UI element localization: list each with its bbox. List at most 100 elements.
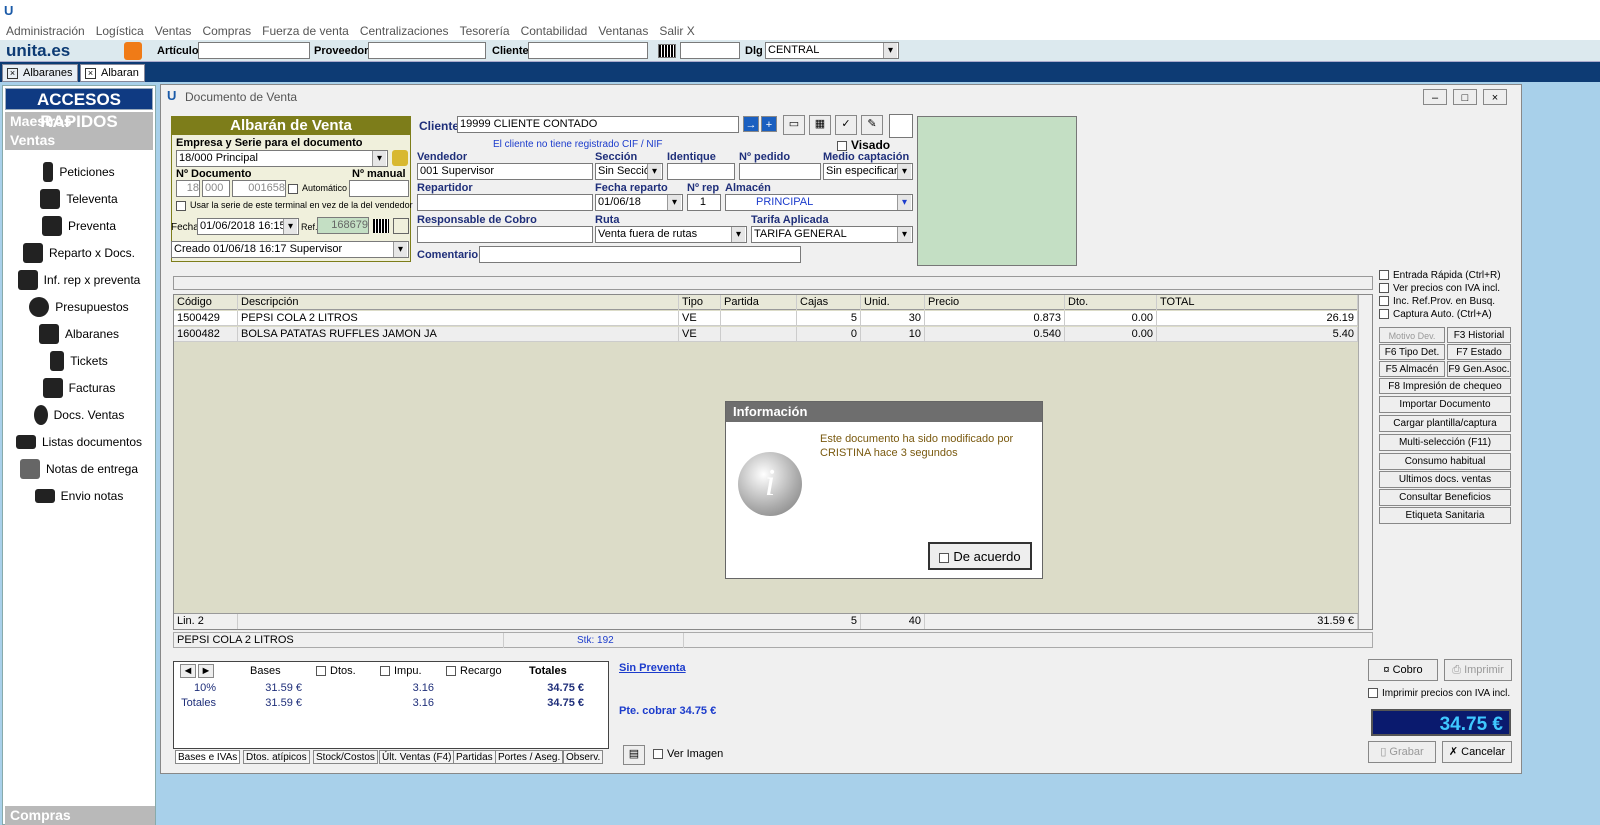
menu-salir[interactable]: Salir X [659,22,694,40]
tarifa-select[interactable]: TARIFA GENERAL [751,226,913,243]
filter-icon[interactable] [393,218,409,234]
ultimos-docs-button[interactable]: Ultimos docs. ventas [1379,471,1511,488]
option-captura-auto[interactable]: Captura Auto. (Ctrl+A) [1379,309,1513,322]
repartidor-input[interactable] [417,194,593,211]
sidebar-item-envio-notas[interactable]: Envio notas [3,482,155,509]
tab-observ[interactable]: Observ. [563,750,604,764]
ruta-select[interactable]: Venta fuera de rutas [595,226,747,243]
header-codigo[interactable]: Código [174,295,238,310]
cargar-plantilla-button[interactable]: Cargar plantilla/captura [1379,415,1511,432]
menu-ventas[interactable]: Ventas [155,22,192,40]
ndoc-year[interactable]: 18 [176,180,200,197]
calculator-icon[interactable]: ▦ [809,115,831,135]
vendedor-field[interactable]: 001 Supervisor [417,163,593,180]
multi-seleccion-button[interactable]: Multi-selección (F11) [1379,434,1511,451]
barcode-icon[interactable] [658,44,676,58]
tab-bases-ivas[interactable]: Bases e IVAs [175,750,241,764]
minimize-button[interactable]: – [1423,89,1447,105]
menu-ventanas[interactable]: Ventanas [598,22,648,40]
visado-checkbox[interactable]: Visado [837,138,890,152]
close-icon[interactable]: × [85,68,96,79]
edit-icon[interactable]: ✎ [861,115,883,135]
prev-arrow-button[interactable]: ◄ [180,664,196,678]
sidebar-item-peticiones[interactable]: Peticiones [3,158,155,185]
tab-portes[interactable]: Portes / Aseg. [495,750,564,764]
nmanual-input[interactable] [349,180,409,197]
identique-input[interactable] [667,163,735,180]
consultar-beneficios-button[interactable]: Consultar Beneficios [1379,489,1511,506]
sidebar-item-presupuestos[interactable]: Presupuestos [3,293,155,320]
card-icon[interactable]: ▭ [783,115,805,135]
tab-albaranes[interactable]: × Albaranes [2,64,78,82]
option-entrada-rapida[interactable]: Entrada Rápida (Ctrl+R) [1379,270,1513,283]
medio-select[interactable]: Sin especificar [823,163,913,180]
gen-asoc-button[interactable]: F9 Gen.Asoc. [1447,361,1511,377]
next-arrow-button[interactable]: ► [198,664,214,678]
nrep-stepper[interactable]: 1 [687,194,721,211]
resp-input[interactable] [417,226,593,243]
option-ver-precios-iva[interactable]: Ver precios con IVA incl. [1379,283,1513,296]
table-row[interactable]: 1500429 PEPSI COLA 2 LITROS VE 5 30 0.87… [174,311,1358,326]
key-icon[interactable] [392,150,408,166]
dlg-select[interactable]: CENTRAL [765,42,899,59]
color-swatch[interactable] [889,114,913,138]
sidebar-item-notas-entrega[interactable]: Notas de entrega [3,455,155,482]
fechareparto-select[interactable]: 01/06/18 [595,194,683,211]
seccion-select[interactable]: Sin Sección [595,163,663,180]
cancelar-button[interactable]: ✗ Cancelar [1442,741,1512,763]
imprimir-iva-checkbox[interactable]: Imprimir precios con IVA incl. [1368,688,1510,699]
motivo-dev-button[interactable]: Motivo Dev. [1379,327,1445,343]
estado-button[interactable]: F7 Estado [1447,344,1511,360]
sidebar-group-ventas[interactable]: Ventas [5,131,153,150]
menu-centralizaciones[interactable]: Centralizaciones [360,22,449,40]
tab-stock-costos[interactable]: Stock/Costos [313,750,378,764]
cliente-input[interactable] [528,42,648,59]
sidebar-item-listas[interactable]: Listas documentos [3,428,155,455]
close-window-button[interactable]: × [1483,89,1507,105]
menu-contabilidad[interactable]: Contabilidad [521,22,588,40]
option-inc-ref-prov[interactable]: Inc. Ref.Prov. en Busq. [1379,296,1513,309]
fecha-select[interactable]: 01/06/2018 16:15 [197,218,299,235]
close-icon[interactable]: × [7,68,18,79]
ndoc-serie[interactable]: 000 [202,180,230,197]
de-acuerdo-button[interactable]: De acuerdo [928,542,1032,570]
ver-imagen-checkbox[interactable]: Ver Imagen [653,748,723,760]
sidebar-item-albaranes[interactable]: Albaranes [3,320,155,347]
sidebar-item-facturas[interactable]: Facturas [3,374,155,401]
menu-tesoreria[interactable]: Tesorería [460,22,510,40]
automatico-checkbox[interactable]: Automático [288,183,347,194]
menu-logistica[interactable]: Logística [96,22,144,40]
menu-fuerza-venta[interactable]: Fuerza de venta [262,22,349,40]
importar-documento-button[interactable]: Importar Documento [1379,396,1511,413]
header-descripcion[interactable]: Descripción [238,295,679,310]
sin-preventa-link[interactable]: Sin Preventa [619,662,686,674]
header-partida[interactable]: Partida [721,295,797,310]
tab-dtos-atipicos[interactable]: Dtos. atípicos [243,750,310,764]
grabar-button[interactable]: ▯ Grabar [1368,741,1436,763]
header-total[interactable]: TOTAL [1157,295,1358,310]
tab-partidas[interactable]: Partidas [453,750,496,764]
sidebar-item-televenta[interactable]: Televenta [3,185,155,212]
cliente-field[interactable]: 19999 CLIENTE CONTADO [457,116,739,133]
empresa-select[interactable]: 18/000 Principal [176,150,388,167]
header-cajas[interactable]: Cajas [797,295,861,310]
proveedor-input[interactable] [368,42,486,59]
menu-administracion[interactable]: Administración [6,22,85,40]
sidebar-item-docs-ventas[interactable]: Docs. Ventas [3,401,155,428]
sidebar-group-compras[interactable]: Compras [5,806,155,825]
check-button-icon[interactable]: ✓ [835,115,857,135]
sidebar-item-inf-rep[interactable]: Inf. rep x preventa [3,266,155,293]
header-dto[interactable]: Dto. [1065,295,1157,310]
header-unid[interactable]: Unid. [861,295,925,310]
comentario-input[interactable] [479,246,801,263]
consumo-habitual-button[interactable]: Consumo habitual [1379,453,1511,470]
ver-imagen-icon[interactable]: ▤ [623,745,645,765]
serie-checkbox[interactable]: Usar la serie de este terminal en vez de… [176,200,413,211]
barcode-icon[interactable] [373,219,389,233]
impresion-chequeo-button[interactable]: F8 Impresión de chequeo [1379,378,1511,394]
tab-ult-ventas[interactable]: Últ. Ventas (F4) [379,750,455,764]
table-row[interactable]: 1600482 BOLSA PATATAS RUFFLES JAMON JA V… [174,327,1358,342]
tipo-det-button[interactable]: F6 Tipo Det. [1379,344,1445,360]
grid-scrollbar[interactable] [1358,295,1372,629]
ndoc-number[interactable]: 001658 [232,180,286,197]
